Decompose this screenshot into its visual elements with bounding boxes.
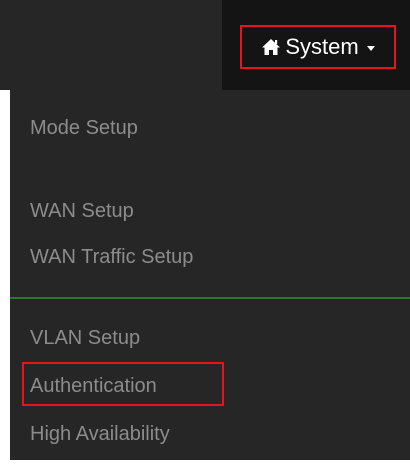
- chevron-down-icon: [366, 45, 375, 51]
- system-menu-label: System: [285, 34, 359, 59]
- menu-item-high-availability[interactable]: High Availability: [30, 422, 170, 446]
- menu-item-authentication[interactable]: Authentication: [30, 374, 157, 398]
- system-dropdown-menu: Mode Setup WAN Setup WAN Traffic Setup V…: [10, 90, 410, 460]
- top-navbar: System: [0, 0, 410, 90]
- menu-divider: [10, 297, 410, 299]
- menu-item-wan-setup[interactable]: WAN Setup: [30, 199, 134, 223]
- menu-item-vlan-setup[interactable]: VLAN Setup: [30, 326, 140, 350]
- system-menu-button[interactable]: System: [240, 25, 396, 69]
- menu-item-wan-traffic-setup[interactable]: WAN Traffic Setup: [30, 245, 193, 269]
- menu-item-mode-setup[interactable]: Mode Setup: [30, 116, 138, 140]
- home-icon: [261, 38, 281, 56]
